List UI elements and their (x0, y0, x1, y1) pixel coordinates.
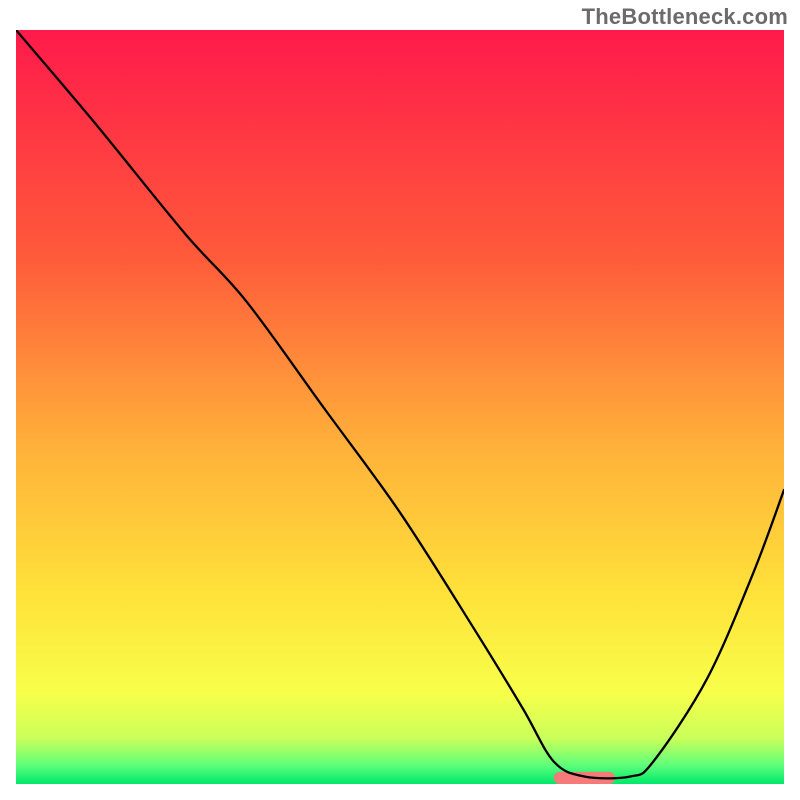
watermark-text: TheBottleneck.com (582, 4, 788, 30)
chart-container: TheBottleneck.com (0, 0, 800, 800)
background-rect (16, 30, 784, 784)
plot-svg (16, 30, 784, 784)
